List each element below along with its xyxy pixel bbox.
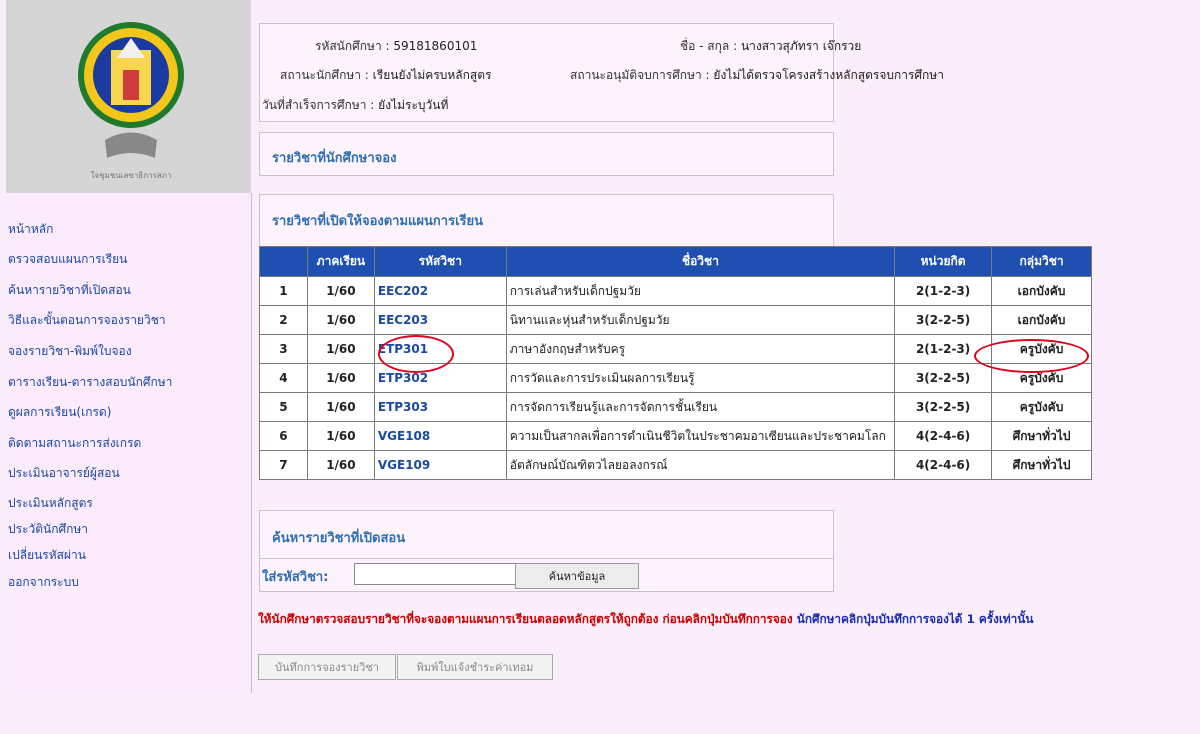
row-group: ครูบังคับ bbox=[991, 392, 1092, 422]
student-id-label: รหัสนักศึกษา : bbox=[315, 39, 390, 53]
row-credit: 2(1-2-3) bbox=[894, 276, 993, 306]
graduation-date-value: ยังไม่ระบุวันที่ bbox=[378, 98, 449, 112]
sidebar-item-reserve-print[interactable]: จองรายวิชา-พิมพ์ใบจอง bbox=[8, 342, 132, 361]
row-term: 1/60 bbox=[306, 421, 375, 451]
university-logo: ใจชุมชนเลขาธิการสภา bbox=[78, 22, 184, 180]
sidebar-item-schedule[interactable]: ตารางเรียน-ตารางสอบนักศึกษา bbox=[8, 373, 172, 392]
row-course-code-link[interactable]: EEC202 bbox=[373, 276, 507, 306]
student-id-value: 59181860101 bbox=[393, 39, 478, 53]
highlight-circle-group bbox=[974, 339, 1089, 373]
graduation-approval-value: ยังไม่ได้ตรวจโครงสร้างหลักสูตรจบการศึกษา bbox=[713, 68, 944, 82]
student-info-panel: รหัสนักศึกษา : 59181860101 ชื่อ - สกุล :… bbox=[259, 23, 944, 122]
reserved-courses-panel: รายวิชาที่นักศึกษาจอง bbox=[259, 132, 834, 176]
col-header-group: กลุ่มวิชา bbox=[991, 246, 1092, 277]
course-code-input[interactable] bbox=[354, 563, 518, 585]
row-credit: 4(2-4-6) bbox=[894, 421, 993, 451]
row-group: เอกบังคับ bbox=[991, 305, 1092, 335]
col-header-name: ชื่อวิชา bbox=[505, 246, 896, 277]
graduation-approval-label: สถานะอนุมัติจบการศึกษา : bbox=[570, 68, 710, 82]
student-status-label: สถานะนักศึกษา : bbox=[280, 68, 369, 82]
logo-area: ใจชุมชนเลขาธิการสภา bbox=[6, 0, 251, 193]
table-row: 4 1/60 ETP302 การวัดและการประเมินผลการเร… bbox=[259, 363, 1092, 393]
search-divider bbox=[260, 558, 833, 559]
sidebar-item-logout[interactable]: ออกจากระบบ bbox=[8, 573, 79, 592]
sidebar-item-check-plan[interactable]: ตรวจสอบแผนการเรียน bbox=[8, 250, 127, 269]
table-header-row: ภาคเรียน รหัสวิชา ชื่อวิชา หน่วยกิต กลุ่… bbox=[259, 246, 1092, 277]
highlight-circle-code bbox=[378, 335, 454, 373]
student-name-label: ชื่อ - สกุล : bbox=[680, 39, 738, 53]
col-header-code: รหัสวิชา bbox=[373, 246, 507, 277]
row-course-name: นิทานและหุ่นสำหรับเด็กปฐมวัย bbox=[505, 305, 896, 335]
sidebar-menu: หน้าหลัก ตรวจสอบแผนการเรียน ค้นหารายวิชา… bbox=[6, 193, 252, 693]
row-course-name: ความเป็นสากลเพื่อการดำเนินชีวิตในประชาคม… bbox=[505, 421, 896, 451]
table-row: 2 1/60 EEC203 นิทานและหุ่นสำหรับเด็กปฐมว… bbox=[259, 305, 1092, 335]
save-reservation-button[interactable]: บันทึกการจองรายวิชา bbox=[258, 654, 396, 680]
notice-text: ให้นักศึกษาตรวจสอบรายวิชาที่จะจองตามแผนก… bbox=[258, 610, 1033, 629]
sidebar-item-grade-status[interactable]: ติดตามสถานะการส่งเกรด bbox=[8, 434, 141, 453]
sidebar-item-change-password[interactable]: เปลี่ยนรหัสผ่าน bbox=[8, 546, 86, 565]
table-row: 6 1/60 VGE108 ความเป็นสากลเพื่อการดำเนิน… bbox=[259, 421, 1092, 451]
row-credit: 4(2-4-6) bbox=[894, 450, 993, 480]
print-invoice-button[interactable]: พิมพ์ใบแจ้งชำระค่าเทอม bbox=[397, 654, 553, 680]
notice-warning: ให้นักศึกษาตรวจสอบรายวิชาที่จะจองตามแผนก… bbox=[258, 612, 793, 626]
row-course-code-link[interactable]: ETP303 bbox=[373, 392, 507, 422]
row-course-name: การวัดและการประเมินผลการเรียนรู้ bbox=[505, 363, 896, 393]
col-header-term: ภาคเรียน bbox=[306, 246, 375, 277]
plan-courses-title: รายวิชาที่เปิดให้จองตามแผนการเรียน bbox=[272, 214, 483, 229]
row-term: 1/60 bbox=[306, 450, 375, 480]
col-header-no bbox=[259, 246, 308, 277]
row-course-name: อัตลักษณ์บัณฑิตวไลยอลงกรณ์ bbox=[505, 450, 896, 480]
course-code-label: ใส่รหัสวิชา: bbox=[262, 570, 329, 585]
row-course-name: การเล่นสำหรับเด็กปฐมวัย bbox=[505, 276, 896, 306]
student-status-value: เรียนยังไม่ครบหลักสูตร bbox=[372, 68, 492, 82]
search-title: ค้นหารายวิชาที่เปิดสอน bbox=[272, 531, 406, 546]
row-no: 1 bbox=[259, 276, 308, 306]
table-row: 5 1/60 ETP303 การจัดการเรียนรู้และการจัด… bbox=[259, 392, 1092, 422]
row-term: 1/60 bbox=[306, 392, 375, 422]
row-course-name: การจัดการเรียนรู้และการจัดการชั้นเรียน bbox=[505, 392, 896, 422]
row-term: 1/60 bbox=[306, 276, 375, 306]
row-credit: 3(2-2-5) bbox=[894, 363, 993, 393]
sidebar: ใจชุมชนเลขาธิการสภา หน้าหลัก ตรวจสอบแผนก… bbox=[6, 0, 252, 693]
table-row: 7 1/60 VGE109 อัตลักษณ์บัณฑิตวไลยอลงกรณ์… bbox=[259, 450, 1092, 480]
row-term: 1/60 bbox=[306, 363, 375, 393]
sidebar-item-home[interactable]: หน้าหลัก bbox=[8, 220, 53, 239]
row-term: 1/60 bbox=[306, 334, 375, 364]
sidebar-item-evaluate-curriculum[interactable]: ประเมินหลักสูตร bbox=[8, 494, 93, 513]
sidebar-item-evaluate-teacher[interactable]: ประเมินอาจารย์ผู้สอน bbox=[8, 464, 120, 483]
row-credit: 3(2-2-5) bbox=[894, 305, 993, 335]
row-no: 5 bbox=[259, 392, 308, 422]
row-course-name: ภาษาอังกฤษสำหรับครู bbox=[505, 334, 896, 364]
row-no: 2 bbox=[259, 305, 308, 335]
student-name-value: นางสาวสุภัทรา เจ๊กรวย bbox=[740, 39, 862, 53]
row-group: ศึกษาทั่วไป bbox=[991, 421, 1092, 451]
row-no: 3 bbox=[259, 334, 308, 364]
sidebar-item-search-courses[interactable]: ค้นหารายวิชาที่เปิดสอน bbox=[8, 281, 131, 300]
row-no: 4 bbox=[259, 363, 308, 393]
row-course-code-link[interactable]: VGE108 bbox=[373, 421, 507, 451]
row-no: 7 bbox=[259, 450, 308, 480]
row-credit: 3(2-2-5) bbox=[894, 392, 993, 422]
row-term: 1/60 bbox=[306, 305, 375, 335]
table-row: 1 1/60 EEC202 การเล่นสำหรับเด็กปฐมวัย 2(… bbox=[259, 276, 1092, 306]
search-button[interactable]: ค้นหาข้อมูล bbox=[515, 563, 639, 589]
sidebar-item-profile[interactable]: ประวัตินักศึกษา bbox=[8, 520, 88, 539]
row-course-code-link[interactable]: EEC203 bbox=[373, 305, 507, 335]
plan-courses-panel: รายวิชาที่เปิดให้จองตามแผนการเรียน bbox=[259, 194, 834, 248]
row-no: 6 bbox=[259, 421, 308, 451]
sidebar-item-grades[interactable]: ดูผลการเรียน(เกรด) bbox=[8, 403, 111, 422]
col-header-credit: หน่วยกิต bbox=[894, 246, 993, 277]
logo-motto: ใจชุมชนเลขาธิการสภา bbox=[91, 171, 172, 180]
reserved-courses-title: รายวิชาที่นักศึกษาจอง bbox=[272, 151, 397, 166]
notice-limit: นักศึกษาคลิกปุ่มบันทึกการจองได้ 1 ครั้งเ… bbox=[796, 612, 1034, 626]
row-group: ศึกษาทั่วไป bbox=[991, 450, 1092, 480]
row-course-code-link[interactable]: VGE109 bbox=[373, 450, 507, 480]
sidebar-item-how-to-reserve[interactable]: วิธีและขั้นตอนการจองรายวิชา bbox=[8, 311, 166, 330]
row-group: เอกบังคับ bbox=[991, 276, 1092, 306]
graduation-date-label: วันที่สำเร็จการศึกษา : bbox=[262, 98, 375, 112]
